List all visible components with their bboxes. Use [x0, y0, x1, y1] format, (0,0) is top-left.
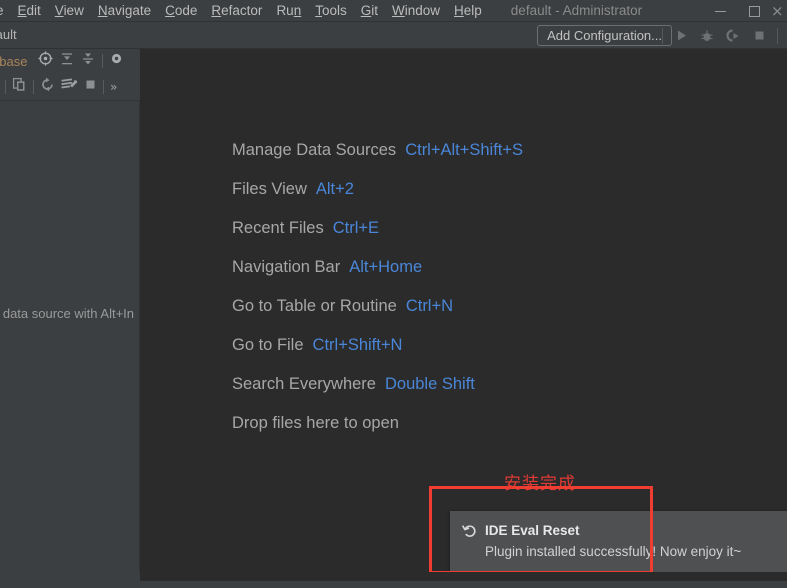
menu-item-help[interactable]: Help [447, 0, 489, 22]
shortcut-hints-list: Manage Data Sources Ctrl+Alt+Shift+S Fil… [232, 131, 523, 443]
shortcut-key: Alt+2 [316, 180, 354, 199]
drop-files-hint: Drop files here to open [232, 404, 523, 443]
notification-title: IDE Eval Reset [485, 523, 580, 538]
shortcut-row: Manage Data Sources Ctrl+Alt+Shift+S [232, 131, 523, 170]
menu-item-view[interactable]: View [48, 0, 91, 22]
minimize-icon [715, 11, 726, 12]
close-button[interactable]: × [771, 2, 787, 20]
menu-item-tools[interactable]: Tools [308, 0, 354, 22]
shortcut-key: Alt+Home [349, 258, 422, 277]
annotation-install-complete: 安装完成 [504, 469, 576, 494]
shortcut-row: Search Everywhere Double Shift [232, 365, 523, 404]
toolbar-divider [102, 54, 103, 68]
database-tool-window: abase [0, 49, 140, 572]
window-controls: × [703, 0, 787, 22]
shortcut-action: Search Everywhere [232, 375, 376, 394]
refresh-icon[interactable] [40, 77, 55, 97]
editor-empty-state: Manage Data Sources Ctrl+Alt+Shift+S Fil… [140, 49, 787, 572]
shortcut-action: Go to File [232, 336, 304, 355]
minimize-button[interactable] [703, 0, 737, 22]
toolbar-divider [662, 28, 663, 44]
shortcut-key: Ctrl+N [406, 297, 453, 316]
toolbar-divider [5, 80, 6, 94]
run-button[interactable] [670, 25, 692, 47]
more-icon[interactable]: » [110, 80, 117, 94]
maximize-button[interactable] [737, 0, 771, 22]
debug-button[interactable] [696, 25, 718, 47]
shortcut-row: Navigation Bar Alt+Home [232, 248, 523, 287]
menu-item-edit[interactable]: Edit [11, 0, 48, 22]
notification-balloon[interactable]: IDE Eval Reset Plugin installed successf… [450, 511, 787, 573]
shortcut-action: Files View [232, 180, 307, 199]
run-with-coverage-button[interactable] [722, 25, 744, 47]
run-toolbar-icons [659, 22, 781, 49]
shortcut-key: Double Shift [385, 375, 475, 394]
status-bar-bottom [0, 581, 787, 588]
menu-item-window[interactable]: Window [385, 0, 447, 22]
shortcut-row: Files View Alt+2 [232, 170, 523, 209]
expand-all-icon[interactable] [60, 52, 74, 71]
menu-item-refactor[interactable]: Refactor [204, 0, 269, 22]
menu-item-git[interactable]: Git [354, 0, 385, 22]
jump-to-query-console-icon[interactable] [61, 76, 78, 97]
navigation-toolbar: fault Add Configuration... [0, 22, 787, 49]
shortcut-key: Ctrl+Shift+N [313, 336, 403, 355]
tool-window-header-actions [38, 51, 123, 71]
tool-window-header: abase [0, 49, 140, 73]
menu-item-run[interactable]: Run [269, 0, 308, 22]
menu-item-navigate[interactable]: Navigate [91, 0, 158, 22]
collapse-all-icon[interactable] [81, 52, 95, 71]
menu-item-code[interactable]: Code [158, 0, 204, 22]
copy-icon[interactable] [12, 77, 27, 97]
menu-item-file[interactable]: e [0, 0, 11, 22]
shortcut-action: Navigation Bar [232, 258, 340, 277]
stop-button[interactable] [748, 25, 770, 47]
shortcut-action: Drop files here to open [232, 414, 399, 433]
toolbar-divider [103, 80, 104, 94]
notification-header: IDE Eval Reset [461, 522, 580, 539]
shortcut-row: Recent Files Ctrl+E [232, 209, 523, 248]
tool-window-toolbar: » [0, 73, 140, 101]
window-title: default - Administrator [511, 3, 642, 18]
shortcut-key: Ctrl+E [333, 219, 379, 238]
toolbar-divider [777, 28, 778, 44]
menu-bar: e Edit View Navigate Code Refactor Run T… [0, 0, 787, 22]
shortcut-action: Manage Data Sources [232, 141, 396, 160]
reset-arrow-icon [461, 522, 478, 539]
data-source-properties-icon[interactable] [38, 51, 53, 71]
close-icon: × [771, 2, 784, 20]
shortcut-row: Go to File Ctrl+Shift+N [232, 326, 523, 365]
shortcut-row: Go to Table or Routine Ctrl+N [232, 287, 523, 326]
database-empty-hint: n data source with Alt+In [0, 306, 152, 321]
notification-message: Plugin installed successfully! Now enjoy… [485, 544, 741, 559]
maximize-icon [749, 6, 760, 17]
shortcut-action: Go to Table or Routine [232, 297, 397, 316]
ide-window: e Edit View Navigate Code Refactor Run T… [0, 0, 787, 588]
shortcut-key: Ctrl+Alt+Shift+S [405, 141, 523, 160]
tool-window-tab-database[interactable]: abase [0, 54, 27, 69]
shortcut-action: Recent Files [232, 219, 324, 238]
settings-icon[interactable] [110, 52, 123, 70]
run-configuration-selector[interactable]: Add Configuration... [537, 25, 672, 46]
stop-icon[interactable] [84, 78, 97, 96]
breadcrumb[interactable]: fault [0, 27, 17, 42]
toolbar-divider [33, 80, 34, 94]
tool-window-toolbar-actions: » [5, 76, 117, 97]
